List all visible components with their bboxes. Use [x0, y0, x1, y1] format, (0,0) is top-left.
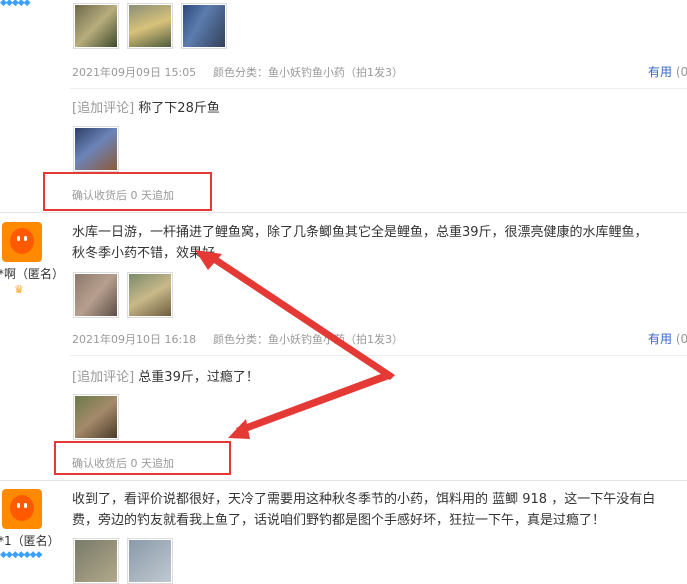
user-level-diamonds: ◆◆◆◆◆◆◆ — [0, 550, 42, 560]
append-comment: [追加评论] 称了下28斤鱼 — [72, 97, 220, 116]
append-label: [追加评论] — [72, 101, 135, 116]
append-text: 称了下28斤鱼 — [138, 101, 220, 116]
divider — [70, 355, 687, 356]
useful-button[interactable]: 有用 (0 — [648, 63, 687, 80]
review-spec: 颜色分类：鱼小妖钓鱼小药（拍1发3） — [213, 333, 403, 346]
review-date: 2021年09月09日 15:05 — [72, 66, 197, 79]
append-comment: [追加评论] 总重39斤，过瘾了！ — [72, 366, 259, 385]
review-text: 收到了，看评价说都很好，天冷了需要用这种秋冬季节的小药，饵料用的 蓝鲫 918 … — [72, 489, 687, 531]
highlight-box — [54, 441, 231, 475]
username[interactable]: *1（匿名） — [0, 532, 60, 549]
user-level-diamonds: ◆◆◆◆◆ — [0, 0, 31, 8]
review-text-line: 收到了，看评价说都很好，天冷了需要用这种秋冬季节的小药，饵料用的 蓝鲫 918 … — [72, 492, 656, 507]
review-text: 水库一日游，一杆捅进了鲤鱼窝，除了几条鲫鱼其它全是鲤鱼，总重39斤，很漂亮健康的… — [72, 222, 687, 264]
avatar[interactable] — [2, 222, 42, 262]
review-photo[interactable] — [181, 3, 227, 49]
review-text-line: 秋冬季小药不错，效果好。 — [72, 246, 229, 261]
review-photo[interactable] — [127, 3, 173, 49]
review-photo[interactable] — [73, 272, 119, 318]
username[interactable]: *啊（匿名） — [0, 265, 64, 282]
useful-label: 有用 — [648, 332, 673, 346]
useful-count: (0 — [675, 65, 687, 79]
review-date: 2021年09月10日 16:18 — [72, 333, 197, 346]
append-text: 总重39斤，过瘾了！ — [138, 370, 259, 385]
crown-icon: ♛ — [14, 283, 24, 296]
review-divider — [0, 480, 687, 481]
review-photo[interactable] — [73, 538, 119, 584]
avatar[interactable] — [2, 489, 42, 529]
useful-count: (0 — [675, 332, 687, 346]
review-text-line: 费，旁边的钓友就看我上鱼了，话说咱们野钓都是图个手感好坏，狂拉一下午，真是过瘾了… — [72, 513, 606, 528]
append-label: [追加评论] — [72, 370, 135, 385]
review-photo[interactable] — [73, 3, 119, 49]
append-photo[interactable] — [73, 126, 119, 172]
review-text-line: 水库一日游，一杆捅进了鲤鱼窝，除了几条鲫鱼其它全是鲤鱼，总重39斤，很漂亮健康的… — [72, 225, 648, 240]
useful-label: 有用 — [648, 65, 673, 79]
arrow-shaft — [205, 252, 395, 380]
divider — [70, 88, 687, 89]
append-photo[interactable] — [73, 394, 119, 440]
review-photo[interactable] — [127, 272, 173, 318]
review-photo[interactable] — [127, 538, 173, 584]
useful-button[interactable]: 有用 (0 — [648, 330, 687, 347]
review-spec: 颜色分类：鱼小妖钓鱼小药（拍1发3） — [213, 66, 403, 79]
highlight-box — [43, 172, 212, 211]
arrow-head — [228, 419, 250, 439]
review-divider — [0, 212, 687, 213]
arrow-shaft — [236, 372, 392, 434]
